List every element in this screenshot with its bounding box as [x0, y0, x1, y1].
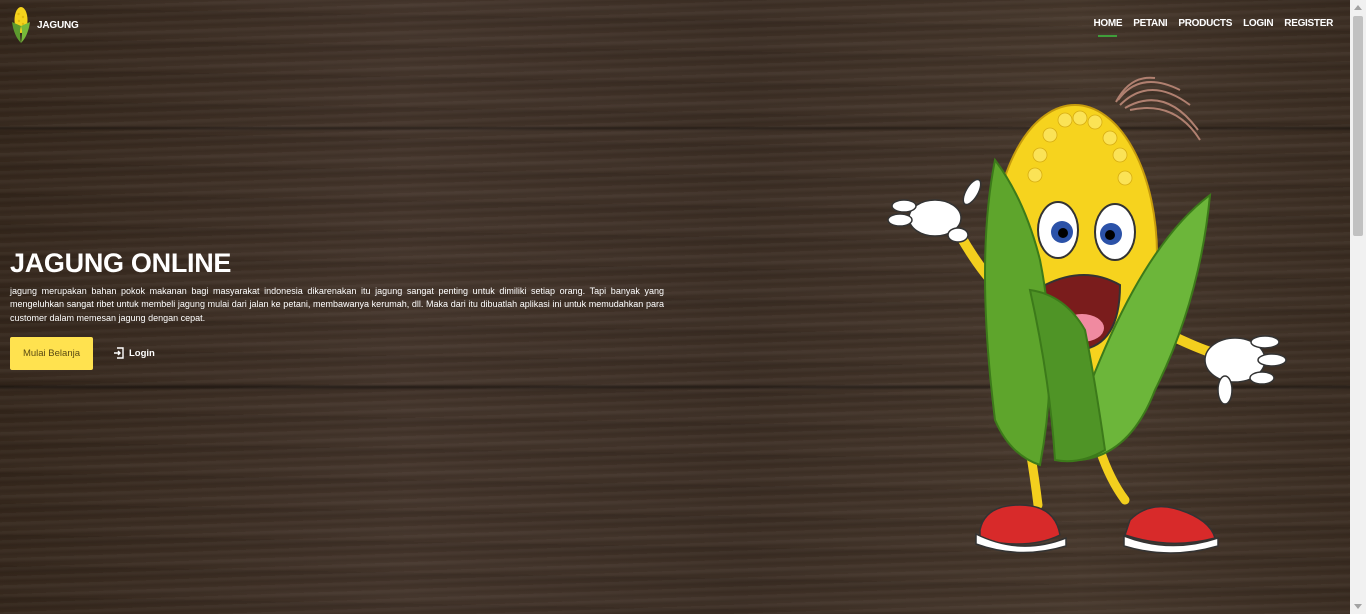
login-link[interactable]: Login	[113, 347, 155, 360]
brand[interactable]: JAGUNG	[11, 6, 79, 44]
nav-item-petani[interactable]: PETANI	[1133, 18, 1167, 35]
left-glove	[887, 178, 982, 243]
nav-item-home[interactable]: HOME	[1093, 18, 1123, 37]
page-scrollbar[interactable]	[1350, 0, 1366, 614]
hero-section: JAGUNG ONLINE jagung merupakan bahan pok…	[10, 246, 664, 370]
corn-mascot-illustration	[887, 76, 1287, 554]
right-glove	[1204, 335, 1287, 405]
hero-actions: Mulai Belanja Login	[10, 336, 664, 370]
nav-item-products[interactable]: PRODUCTS	[1178, 18, 1232, 35]
login-link-label: Login	[129, 347, 155, 359]
nav-item-register[interactable]: REGISTER	[1284, 18, 1333, 35]
main-nav: HOME PETANI PRODUCTS LOGIN REGISTER	[1093, 18, 1333, 37]
left-shoe	[975, 504, 1067, 554]
corn-icon	[12, 7, 30, 43]
scroll-up-icon[interactable]	[1354, 5, 1362, 10]
hero-description: jagung merupakan bahan pokok makanan bag…	[10, 286, 664, 323]
right-shoe	[1123, 505, 1219, 554]
login-icon	[114, 347, 124, 360]
scroll-down-icon[interactable]	[1354, 604, 1362, 609]
scroll-thumb[interactable]	[1353, 16, 1363, 236]
mulai-belanja-button[interactable]: Mulai Belanja	[10, 336, 93, 370]
nav-item-login[interactable]: LOGIN	[1243, 18, 1273, 35]
brand-name: JAGUNG	[37, 19, 79, 31]
hero-title: JAGUNG ONLINE	[10, 248, 232, 278]
